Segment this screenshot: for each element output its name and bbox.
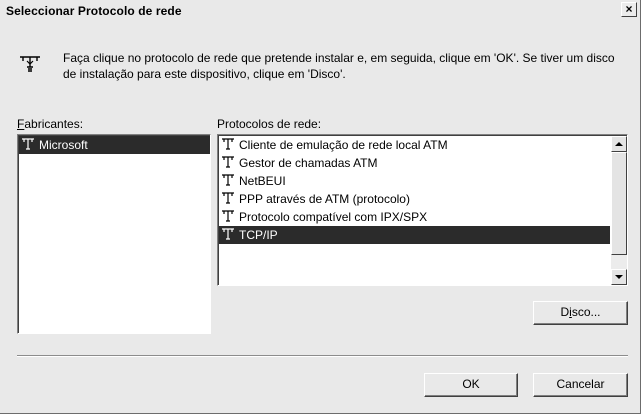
protocols-list[interactable]: Cliente de emulação de rede local ATM Ge…: [217, 134, 628, 286]
network-protocol-icon: [222, 192, 234, 204]
list-item[interactable]: Gestor de chamadas ATM: [219, 154, 627, 172]
scroll-up-button[interactable]: [611, 136, 627, 152]
close-icon: ×: [625, 2, 633, 16]
network-protocol-icon: [222, 228, 234, 240]
dialog-window: Seleccionar Protocolo de rede × Faça cli…: [0, 0, 641, 414]
protocols-list-inner: Cliente de emulação de rede local ATM Ge…: [218, 135, 627, 285]
close-button[interactable]: ×: [621, 2, 637, 17]
manufacturers-label: Fabricantes:: [17, 117, 84, 131]
list-item[interactable]: Protocolo compatível com IPX/SPX: [219, 208, 627, 226]
list-item[interactable]: PPP através de ATM (protocolo): [219, 190, 627, 208]
disk-button[interactable]: Disco...: [533, 301, 628, 325]
separator: [17, 355, 628, 357]
scroll-down-button[interactable]: [611, 269, 627, 285]
list-item[interactable]: Microsoft: [19, 136, 210, 154]
title-bar[interactable]: Seleccionar Protocolo de rede ×: [2, 2, 638, 20]
network-protocol-icon: [22, 138, 34, 150]
network-protocol-icon: [222, 138, 234, 150]
network-protocol-icon: [222, 174, 234, 186]
instructions-text: Faça clique no protocolo de rede que pre…: [63, 51, 615, 81]
manufacturers-list[interactable]: Microsoft: [17, 134, 211, 334]
ok-button[interactable]: OK: [424, 373, 518, 397]
window-title: Seleccionar Protocolo de rede: [6, 4, 182, 18]
list-item[interactable]: TCP/IP: [219, 226, 610, 244]
triangle-up-icon: [615, 142, 623, 146]
manufacturers-list-inner: Microsoft: [18, 135, 210, 333]
scroll-thumb[interactable]: [611, 152, 627, 255]
cancel-button[interactable]: Cancelar: [533, 373, 628, 397]
list-item[interactable]: NetBEUI: [219, 172, 627, 190]
list-item[interactable]: Cliente de emulação de rede local ATM: [219, 136, 627, 154]
network-protocol-icon: [222, 210, 234, 222]
protocols-scrollbar[interactable]: [611, 136, 627, 285]
protocols-label: Protocolos de rede:: [217, 117, 322, 131]
network-protocol-icon: [222, 156, 234, 168]
network-protocol-icon: [20, 56, 40, 72]
triangle-down-icon: [615, 275, 623, 279]
